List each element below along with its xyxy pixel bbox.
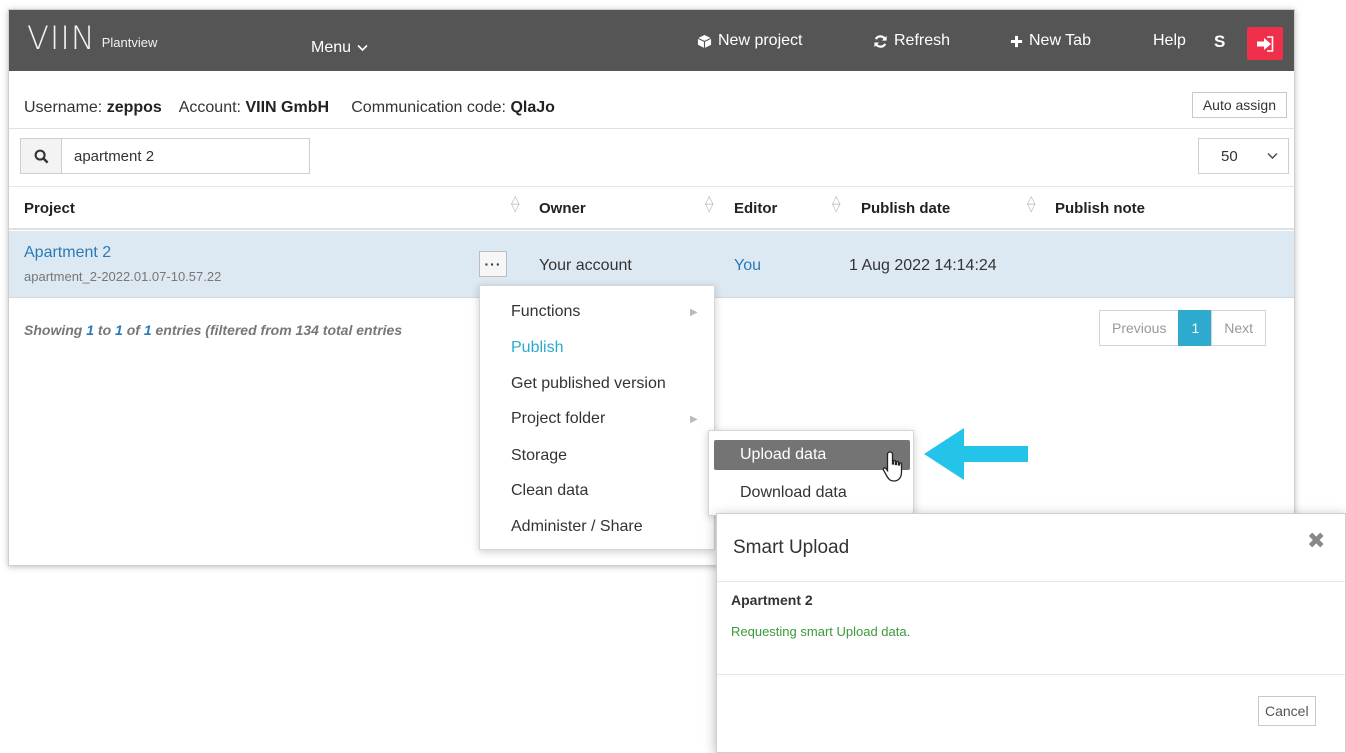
table-info: Showing 1 to 1 of 1 entries (filtered fr…	[24, 322, 402, 338]
logo-subtitle: Plantview	[101, 35, 158, 50]
communication-code-label: Communication code:	[351, 99, 506, 116]
project-name-link[interactable]: Apartment 2	[24, 244, 111, 262]
account-info-bar: Username: zeppos Account: VIIN GmbH Comm…	[9, 89, 1294, 129]
dialog-divider	[717, 674, 1345, 675]
caret-right-icon: ▶	[690, 414, 698, 425]
search-icon-box[interactable]	[20, 138, 62, 174]
auto-assign-button[interactable]: Auto assign	[1191, 92, 1287, 118]
menu-item-administer-share[interactable]: Administer / Share	[511, 518, 643, 536]
dialog-project-name: Apartment 2	[731, 592, 813, 608]
logout-button[interactable]	[1247, 27, 1283, 60]
search-input[interactable]	[62, 138, 310, 174]
refresh-label: Refresh	[894, 32, 951, 49]
column-publish-date[interactable]: Publish date	[861, 200, 950, 217]
plus-icon	[1010, 35, 1023, 47]
caret-right-icon: ▶	[690, 307, 698, 318]
account-value: VIIN GmbH	[245, 99, 330, 116]
menu-item-storage[interactable]: Storage	[511, 447, 567, 465]
menu-item-project-folder[interactable]: Project folder	[511, 410, 605, 428]
new-project-label: New project	[718, 32, 803, 49]
communication-code-value: QlaJo	[510, 99, 555, 116]
hand-cursor-icon	[882, 451, 903, 482]
menu-item-get-published-version[interactable]: Get published version	[511, 375, 666, 393]
download-data-item[interactable]: Download data	[740, 484, 847, 502]
dialog-title: Smart Upload	[733, 537, 850, 558]
info-of-word: of	[126, 322, 140, 338]
search-group	[20, 138, 310, 174]
chevron-down-icon	[357, 44, 368, 52]
project-id: apartment_2-2022.01.07-10.57.22	[24, 269, 222, 284]
refresh-icon	[874, 34, 887, 48]
publish-date-cell: 1 Aug 2022 14:14:24	[849, 257, 997, 274]
row-actions-button[interactable]: ···	[479, 251, 507, 277]
column-project[interactable]: Project	[24, 200, 75, 217]
page-size-select[interactable]: 50	[1198, 138, 1289, 174]
new-tab-button[interactable]: New Tab	[1010, 32, 1091, 50]
help-label: Help	[1153, 32, 1186, 49]
menu-dropdown[interactable]: Menu	[311, 39, 368, 57]
new-tab-label: New Tab	[1029, 32, 1091, 49]
page-1-button[interactable]: 1	[1178, 310, 1213, 346]
column-publish-note[interactable]: Publish note	[1055, 200, 1145, 217]
menu-label: Menu	[311, 39, 352, 56]
refresh-button[interactable]: Refresh	[873, 32, 950, 50]
info-from: 1	[86, 322, 95, 338]
logo[interactable]: VIIN Plantview	[27, 22, 157, 54]
username-value: zeppos	[106, 99, 162, 116]
pagination: Previous 1 Next	[1099, 310, 1267, 346]
ellipsis-icon: ···	[484, 256, 502, 272]
row-context-menu: Functions ▶ Publish Get published versio…	[479, 285, 715, 550]
sort-icon[interactable]: △ ▽	[705, 195, 713, 214]
info-to: 1	[115, 322, 123, 338]
menu-item-clean-data[interactable]: Clean data	[511, 482, 588, 500]
sort-icon[interactable]: △ ▽	[511, 195, 519, 214]
cancel-button[interactable]: Cancel	[1258, 696, 1316, 726]
smart-upload-dialog: Smart Upload ✖ Apartment 2 Requesting sm…	[716, 513, 1346, 753]
info-to-word: to	[97, 322, 112, 338]
annotation-arrow-icon	[924, 428, 1028, 480]
page-size-value: 50	[1221, 147, 1238, 165]
column-editor[interactable]: Editor	[734, 200, 777, 217]
logo-mark: VIIN	[27, 19, 96, 57]
account-info: Username: zeppos Account: VIIN GmbH Comm…	[24, 99, 555, 117]
table-header: Project △ ▽ Owner △ ▽ Editor △ ▽ Publish da…	[9, 186, 1294, 230]
editor-link[interactable]: You	[734, 257, 761, 275]
username-label: Username:	[24, 99, 103, 116]
column-owner[interactable]: Owner	[539, 200, 586, 217]
menu-item-functions[interactable]: Functions	[511, 303, 580, 321]
help-link[interactable]: Help	[1153, 32, 1186, 50]
user-initial[interactable]: S	[1214, 32, 1225, 52]
cube-icon	[697, 34, 712, 48]
previous-page-button[interactable]: Previous	[1099, 310, 1180, 346]
chevron-down-icon	[1267, 153, 1278, 159]
close-icon[interactable]: ✖	[1307, 528, 1325, 554]
info-total: 1	[143, 322, 152, 338]
dialog-status-message: Requesting smart Upload data.	[731, 624, 911, 639]
search-icon	[34, 149, 48, 163]
top-navbar: VIIN Plantview Menu New project Refresh …	[9, 10, 1294, 71]
sort-icon[interactable]: △ ▽	[1027, 195, 1035, 214]
new-project-button[interactable]: New project	[697, 32, 802, 50]
account-label: Account:	[178, 99, 241, 116]
upload-data-item[interactable]: Upload data	[714, 440, 910, 470]
dialog-divider	[717, 581, 1345, 582]
sort-icon[interactable]: △ ▽	[832, 195, 840, 214]
info-showing: Showing	[24, 322, 83, 338]
next-page-button[interactable]: Next	[1211, 310, 1267, 346]
sign-out-icon	[1257, 35, 1274, 52]
owner-cell: Your account	[539, 257, 632, 274]
info-rest: entries (filtered from 134 total entries	[155, 322, 403, 338]
menu-item-publish[interactable]: Publish	[511, 339, 563, 357]
